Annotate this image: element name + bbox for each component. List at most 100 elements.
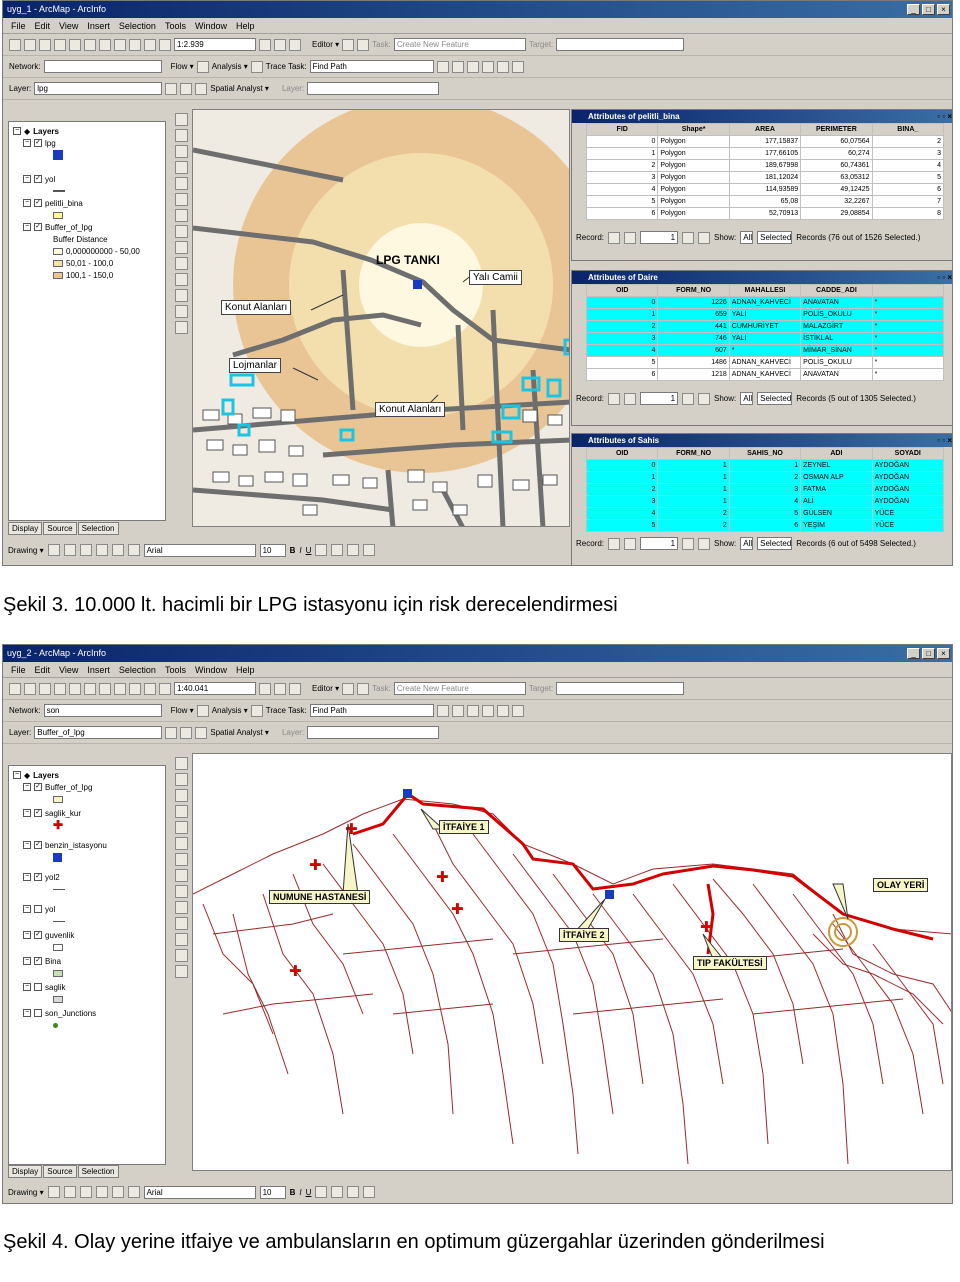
identify-icon[interactable] [174, 273, 188, 286]
target-dropdown[interactable] [556, 38, 685, 51]
table-row[interactable]: 3 Polygon 181,12024 63,05312 5 [585, 171, 945, 184]
prev-record-icon[interactable] [624, 392, 637, 405]
table-row[interactable]: 4 Polygon 114,93589 49,12425 6 [585, 183, 945, 196]
tool-c-icon[interactable] [496, 60, 509, 73]
close-button[interactable]: × [937, 4, 950, 15]
new-text-icon[interactable] [111, 1186, 124, 1198]
font-color-icon[interactable] [315, 544, 328, 556]
rotate-icon[interactable] [63, 1186, 76, 1198]
copy-icon[interactable] [84, 682, 96, 695]
paste-icon[interactable] [99, 682, 111, 695]
trace-task-dropdown[interactable]: Find Path [309, 704, 434, 717]
help-icon[interactable] [289, 38, 301, 51]
fixed-zoom-out-icon[interactable] [174, 805, 188, 818]
map-view[interactable]: ✚ ✚ ✚ ✚ ✚ ✚ İTFAİYE 1 NUMUNE HASTANESİ İ… [192, 753, 952, 1171]
menu-insert[interactable]: Insert [87, 21, 110, 31]
rectangle-icon[interactable] [95, 544, 108, 556]
add-data-icon[interactable] [159, 38, 171, 51]
table-row[interactable]: 3 1 4 ALİ AYDOĞAN [585, 495, 945, 508]
fill-color-icon[interactable] [331, 1186, 344, 1198]
pan-icon[interactable] [174, 821, 188, 834]
analysis-menu[interactable]: Analysis ▾ [212, 62, 248, 71]
font-color-icon[interactable] [315, 1186, 328, 1198]
font-field[interactable]: Arial [143, 543, 256, 557]
table-row[interactable]: 0 1226 ADNAN_KAHVECİ ANAVATAN * [585, 296, 945, 309]
map-view[interactable]: LPG TANKI Yalı Camii Konut Alanları Lojm… [192, 109, 570, 527]
back-icon[interactable] [174, 209, 188, 222]
tool-d-icon[interactable] [511, 60, 524, 73]
tab-selection[interactable]: Selection [77, 522, 119, 535]
marker-color-icon[interactable] [363, 544, 376, 556]
table-row[interactable]: 6 1218 ADNAN_KAHVECİ ANAVATAN * [585, 368, 945, 381]
font-field[interactable]: Arial [143, 1185, 256, 1199]
zoom-in-icon[interactable] [174, 757, 188, 770]
clear-icon[interactable] [451, 704, 464, 717]
toc-root[interactable]: − ◆ Layers [13, 769, 165, 781]
last-record-icon[interactable] [698, 231, 711, 244]
measure-icon[interactable] [174, 305, 188, 318]
table-row[interactable]: 1 1 2 OSMAN ALP AYDOĞAN [585, 471, 945, 484]
menu-view[interactable]: View [59, 665, 78, 675]
toc-layer-saglik[interactable]: − saglik [13, 981, 165, 993]
add-data-icon[interactable] [159, 682, 171, 695]
drawing-menu[interactable]: Drawing ▾ [8, 546, 44, 555]
full-extent-icon[interactable] [174, 837, 188, 850]
menu-tools[interactable]: Tools [165, 665, 186, 675]
record-field[interactable]: 1 [640, 231, 679, 244]
menu-file[interactable]: File [11, 665, 26, 675]
tab-display[interactable]: Display [8, 1165, 43, 1178]
fixed-zoom-out-icon[interactable] [174, 161, 188, 174]
sa-layer-dropdown[interactable] [307, 82, 440, 95]
table-row[interactable]: 5 1486 ADNAN_KAHVECİ POLİS_OKULU * [585, 356, 945, 369]
find-icon[interactable] [174, 933, 188, 946]
scale-field[interactable]: 1:40.041 [174, 682, 256, 695]
fill-color-icon[interactable] [331, 544, 344, 556]
network-dropdown[interactable]: son [43, 704, 162, 717]
maximize-button[interactable]: □ [922, 4, 935, 15]
table-row[interactable]: 2 Polygon 189,67998 60,74361 4 [585, 159, 945, 172]
target-dropdown[interactable] [556, 682, 685, 695]
toc-layer-saglik-kur[interactable]: − ✓ saglik_kur [13, 807, 165, 819]
select-features-icon[interactable] [174, 241, 188, 254]
layer-dropdown[interactable]: Buffer_of_lpg [34, 726, 163, 739]
menu-window[interactable]: Window [195, 21, 227, 31]
menu-edit[interactable]: Edit [35, 665, 51, 675]
italic-button[interactable]: I [299, 1188, 301, 1197]
forward-icon[interactable] [174, 869, 188, 882]
tool-a-icon[interactable] [466, 60, 479, 73]
menu-window[interactable]: Window [195, 665, 227, 675]
select-features-icon[interactable] [174, 885, 188, 898]
tab-display[interactable]: Display [8, 522, 43, 535]
identify-icon[interactable] [174, 917, 188, 930]
editor-toolbar-icon[interactable] [259, 38, 271, 51]
network-dropdown[interactable] [43, 60, 162, 73]
menu-file[interactable]: File [11, 21, 26, 31]
brightness-icon[interactable] [180, 82, 193, 95]
toc-layer-yol2[interactable]: − ✓ yol2 [13, 871, 165, 883]
arctoolbox-icon[interactable] [274, 682, 286, 695]
brightness-icon[interactable] [180, 726, 193, 739]
drawing-menu[interactable]: Drawing ▾ [8, 1188, 44, 1197]
cut-icon[interactable] [69, 38, 81, 51]
open-icon[interactable] [24, 38, 36, 51]
toc-layer-bina[interactable]: − ✓ Bina [13, 955, 165, 967]
tool-b-icon[interactable] [481, 60, 494, 73]
solve-icon[interactable] [436, 60, 449, 73]
measure-icon[interactable] [174, 949, 188, 962]
edit-tool-icon[interactable] [342, 38, 355, 51]
toc-layer-lpg[interactable]: − ✓ lpg [13, 137, 165, 149]
clear-icon[interactable] [451, 60, 464, 73]
menu-help[interactable]: Help [236, 21, 255, 31]
font-size-field[interactable]: 10 [259, 1185, 286, 1199]
delete-icon[interactable] [114, 38, 126, 51]
menu-tools[interactable]: Tools [165, 21, 186, 31]
table-row[interactable]: 3 746 YALI İSTİKLAL * [585, 332, 945, 345]
callout-icon[interactable] [127, 544, 140, 556]
select-elements-icon[interactable] [174, 901, 188, 914]
spatial-analyst-menu[interactable]: Spatial Analyst ▾ [210, 84, 269, 93]
minimize-button[interactable]: _ [907, 648, 920, 659]
solve-icon[interactable] [436, 704, 449, 717]
sa-layer-dropdown[interactable] [307, 726, 440, 739]
flag-icon[interactable] [250, 704, 263, 717]
table-row[interactable]: 4 607 * MİMAR_SİNAN * [585, 344, 945, 357]
